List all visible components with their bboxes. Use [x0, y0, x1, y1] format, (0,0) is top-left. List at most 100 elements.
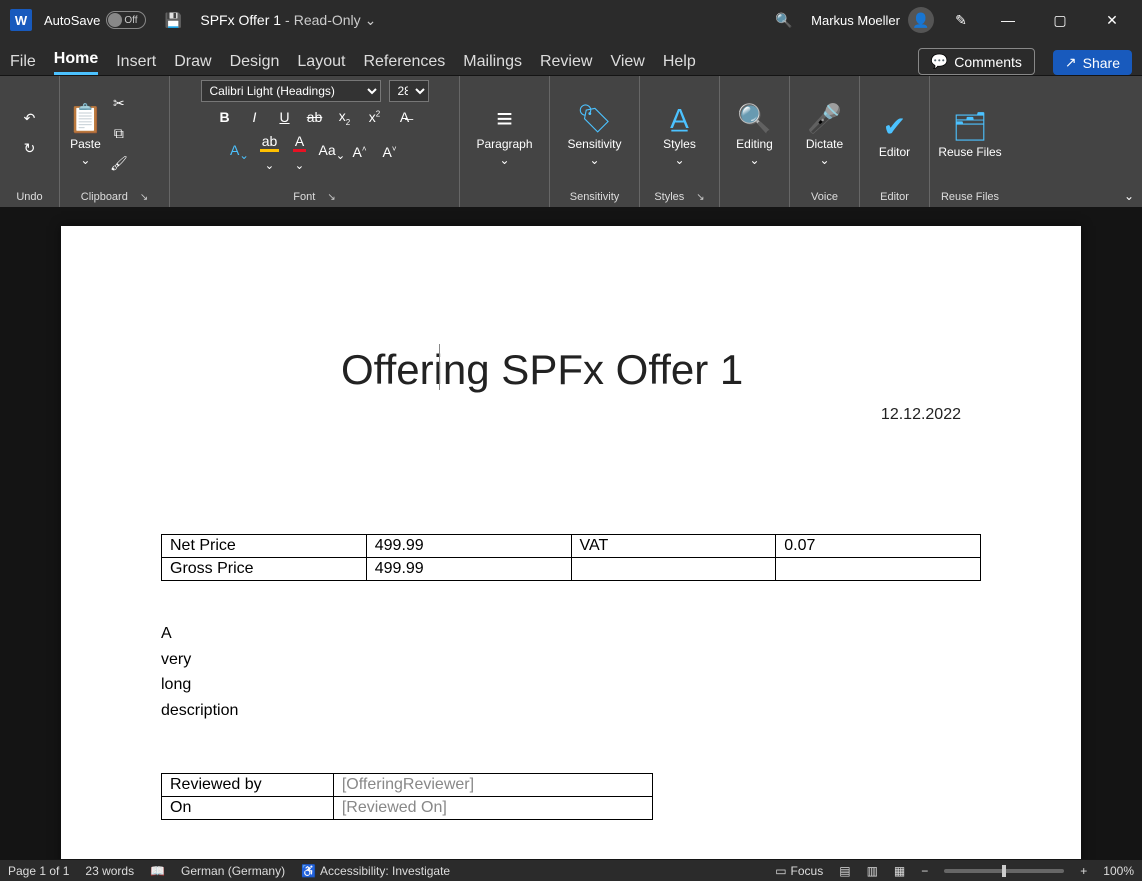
redo-icon[interactable]: ↻	[20, 140, 40, 160]
tab-draw[interactable]: Draw	[174, 49, 211, 75]
clear-format-icon[interactable]: A̶	[394, 109, 416, 125]
cell[interactable]: 499.99	[366, 558, 571, 581]
cell[interactable]: Gross Price	[162, 558, 367, 581]
chevron-down-icon[interactable]: ⌄	[365, 12, 377, 29]
cell[interactable]: Reviewed by	[162, 774, 334, 797]
toggle-track[interactable]: Off	[106, 11, 146, 29]
tab-help[interactable]: Help	[663, 49, 696, 75]
cell[interactable]: VAT	[571, 535, 776, 558]
tab-mailings[interactable]: Mailings	[463, 49, 522, 75]
tab-file[interactable]: File	[10, 49, 36, 75]
styles-button[interactable]: A̲ Styles ⌄	[663, 103, 696, 167]
zoom-out-button[interactable]: −	[921, 864, 928, 878]
format-painter-icon[interactable]: 🖌	[109, 155, 129, 175]
status-spellcheck-icon[interactable]: 📖	[150, 864, 165, 878]
autosave-toggle[interactable]: AutoSave Off	[44, 11, 146, 29]
collapse-ribbon-icon[interactable]: ⌄	[1124, 189, 1134, 203]
cell[interactable]: On	[162, 797, 334, 820]
tab-design[interactable]: Design	[230, 49, 280, 75]
status-language[interactable]: German (Germany)	[181, 864, 285, 878]
cell[interactable]: 499.99	[366, 535, 571, 558]
table-row[interactable]: Net Price 499.99 VAT 0.07	[162, 535, 981, 558]
tab-layout[interactable]: Layout	[297, 49, 345, 75]
desc-line[interactable]: A	[161, 621, 981, 647]
bold-button[interactable]: B	[214, 109, 236, 125]
description-text[interactable]: A very long description	[161, 621, 981, 723]
review-table[interactable]: Reviewed by [OfferingReviewer] On [Revie…	[161, 773, 653, 820]
styles-launcher-icon[interactable]: ↘	[696, 192, 704, 203]
status-page[interactable]: Page 1 of 1	[8, 864, 69, 878]
maximize-button[interactable]: ▢	[1040, 12, 1080, 29]
reuse-files-button[interactable]: 🗂 Reuse Files	[938, 110, 1001, 159]
pen-icon[interactable]: ✎	[946, 12, 976, 29]
tab-references[interactable]: References	[363, 49, 445, 75]
underline-button[interactable]: U	[274, 109, 296, 125]
desc-line[interactable]: very	[161, 647, 981, 673]
avatar[interactable]: 👤	[908, 7, 934, 33]
document-area[interactable]: Offering SPFx Offer 1 12.12.2022 Net Pri…	[0, 208, 1142, 859]
cell-placeholder[interactable]: [Reviewed On]	[333, 797, 652, 820]
copy-icon[interactable]: ⧉	[109, 125, 129, 145]
tab-view[interactable]: View	[610, 49, 644, 75]
clipboard-launcher-icon[interactable]: ↘	[140, 192, 148, 203]
page-title[interactable]: Offering SPFx Offer 1	[341, 346, 981, 394]
share-button[interactable]: ↗ Share	[1053, 50, 1132, 75]
strikethrough-button[interactable]: ab	[304, 109, 326, 125]
tab-insert[interactable]: Insert	[116, 49, 156, 75]
font-color-button[interactable]: A⌄	[289, 133, 311, 172]
highlight-button[interactable]: ab⌄	[259, 133, 281, 172]
view-web-icon[interactable]: ▦	[894, 864, 905, 878]
undo-icon[interactable]: ↶	[20, 110, 40, 130]
close-button[interactable]: ✕	[1092, 12, 1132, 29]
table-row[interactable]: Gross Price 499.99	[162, 558, 981, 581]
cell[interactable]: 0.07	[776, 535, 981, 558]
italic-button[interactable]: I	[244, 109, 266, 125]
sensitivity-button[interactable]: 🏷 Sensitivity ⌄	[567, 102, 621, 167]
editing-button[interactable]: 🔍 Editing ⌄	[736, 102, 773, 167]
table-row[interactable]: Reviewed by [OfferingReviewer]	[162, 774, 653, 797]
doc-name: SPFx Offer 1	[200, 12, 281, 28]
price-table[interactable]: Net Price 499.99 VAT 0.07 Gross Price 49…	[161, 534, 981, 581]
zoom-knob[interactable]	[1002, 865, 1006, 877]
zoom-level[interactable]: 100%	[1103, 864, 1134, 878]
cell[interactable]	[776, 558, 981, 581]
document-title[interactable]: SPFx Offer 1 - Read-Only ⌄	[200, 12, 376, 29]
font-size-select[interactable]: 28	[389, 80, 429, 102]
page-date[interactable]: 12.12.2022	[161, 406, 981, 424]
zoom-in-button[interactable]: +	[1080, 864, 1087, 878]
shrink-font-button[interactable]: A˅	[379, 144, 401, 160]
cell-placeholder[interactable]: [OfferingReviewer]	[333, 774, 652, 797]
text-effects-button[interactable]: A⌄	[229, 142, 251, 162]
cut-icon[interactable]: ✂	[109, 95, 129, 115]
group-font: Calibri Light (Headings) 28 B I U ab x2 …	[170, 76, 460, 207]
page[interactable]: Offering SPFx Offer 1 12.12.2022 Net Pri…	[61, 226, 1081, 859]
view-read-icon[interactable]: ▤	[839, 864, 850, 878]
editor-button[interactable]: ✔︎ Editor	[879, 110, 910, 159]
search-icon[interactable]: 🔍	[769, 12, 799, 29]
subscript-button[interactable]: x2	[334, 108, 356, 127]
table-row[interactable]: On [Reviewed On]	[162, 797, 653, 820]
font-name-select[interactable]: Calibri Light (Headings)	[201, 80, 381, 102]
cell[interactable]: Net Price	[162, 535, 367, 558]
cell[interactable]	[571, 558, 776, 581]
change-case-button[interactable]: Aa⌄	[319, 142, 341, 162]
paste-button[interactable]: 📋 Paste ⌄	[68, 102, 103, 167]
desc-line[interactable]: long	[161, 672, 981, 698]
paragraph-button[interactable]: ≡ Paragraph ⌄	[476, 103, 532, 167]
status-accessibility[interactable]: ♿ Accessibility: Investigate	[301, 864, 450, 878]
user-account[interactable]: Markus Moeller 👤	[811, 7, 934, 33]
tab-home[interactable]: Home	[54, 46, 98, 75]
minimize-button[interactable]: ―	[988, 12, 1028, 28]
superscript-button[interactable]: x2	[364, 109, 386, 125]
dictate-button[interactable]: 🎤 Dictate ⌄	[806, 102, 843, 167]
comments-button[interactable]: 💬 Comments	[918, 48, 1035, 75]
desc-line[interactable]: description	[161, 698, 981, 724]
zoom-slider[interactable]	[944, 869, 1064, 873]
save-icon[interactable]: 💾	[158, 12, 188, 29]
font-launcher-icon[interactable]: ↘	[327, 192, 335, 203]
status-words[interactable]: 23 words	[85, 864, 134, 878]
grow-font-button[interactable]: A˄	[349, 144, 371, 160]
focus-mode-button[interactable]: ▭ Focus	[775, 864, 823, 878]
view-print-icon[interactable]: ▥	[867, 864, 878, 878]
tab-review[interactable]: Review	[540, 49, 592, 75]
